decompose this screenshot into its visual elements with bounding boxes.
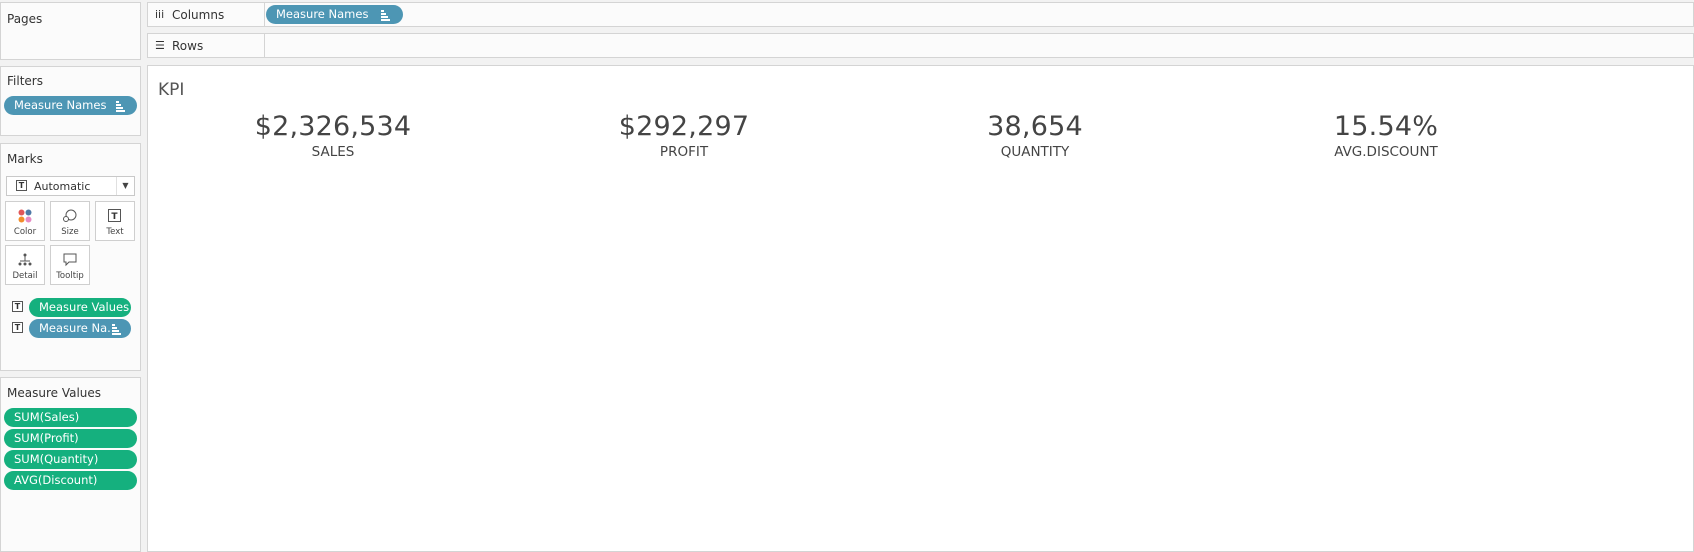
pill-label: SUM(Quantity) xyxy=(14,452,99,466)
pill-label: Measure Na.. xyxy=(39,321,115,335)
kpi-value: $2,326,534 xyxy=(254,111,412,142)
pill-label: Measure Names xyxy=(276,7,369,21)
text-encoding-icon[interactable]: T xyxy=(12,322,23,333)
kpi-avg-discount[interactable]: 15.54% AVG.DISCOUNT xyxy=(1236,111,1536,160)
kpi-value: 15.54% xyxy=(1333,111,1439,142)
pill-label: Measure Names xyxy=(14,98,107,112)
filters-title: Filters xyxy=(7,74,43,88)
pill-label: Measure Values xyxy=(39,300,130,314)
sort-icon xyxy=(381,9,391,21)
kpi-value: $292,297 xyxy=(618,111,750,142)
filters-card[interactable]: Filters Measure Names xyxy=(0,66,141,136)
columns-pill-measure-names[interactable]: Measure Names xyxy=(266,5,403,24)
tooltip-icon xyxy=(63,253,77,267)
color-button[interactable]: Color xyxy=(5,201,45,241)
color-label: Color xyxy=(13,227,37,237)
rows-label: Rows xyxy=(172,39,204,53)
kpi-profit[interactable]: $292,297 PROFIT xyxy=(534,111,834,160)
pages-title: Pages xyxy=(7,12,43,26)
detail-button[interactable]: Detail xyxy=(5,245,45,285)
mark-type-label: Automatic xyxy=(34,180,91,193)
chevron-down-icon[interactable]: ▼ xyxy=(116,177,134,195)
measure-values-card: Measure Values SUM(Sales) SUM(Profit) SU… xyxy=(0,377,141,552)
kpi-label: AVG.DISCOUNT xyxy=(1334,144,1438,160)
pill-label: SUM(Profit) xyxy=(14,431,79,445)
text-mark-icon: T xyxy=(16,180,27,191)
detail-icon xyxy=(18,253,32,266)
measure-pill-sum-profit[interactable]: SUM(Profit) xyxy=(4,429,137,448)
kpi-label: SALES xyxy=(311,144,355,160)
detail-label: Detail xyxy=(12,271,38,281)
kpi-quantity[interactable]: 38,654 QUANTITY xyxy=(885,111,1185,160)
tooltip-label: Tooltip xyxy=(56,271,84,281)
worksheet-view[interactable]: KPI $2,326,534 SALES $292,297 PROFIT 38,… xyxy=(147,65,1694,552)
pill-label: AVG(Discount) xyxy=(14,473,98,487)
mark-type-dropdown[interactable]: T Automatic ▼ xyxy=(6,176,135,196)
sort-icon xyxy=(116,100,126,112)
color-icon xyxy=(18,209,32,223)
columns-shelf[interactable]: iii Columns Measure Names xyxy=(147,2,1694,27)
tableau-workspace: Pages iii Columns Measure Names ☰ Rows F… xyxy=(0,0,1694,552)
pill-label: SUM(Sales) xyxy=(14,410,80,424)
rows-icon: ☰ xyxy=(155,39,165,52)
marks-pill-measure-values[interactable]: Measure Values xyxy=(29,298,131,317)
tooltip-button[interactable]: Tooltip xyxy=(50,245,90,285)
sheet-title: KPI xyxy=(158,80,185,100)
size-label: Size xyxy=(61,227,79,237)
size-icon xyxy=(63,209,77,222)
filter-pill-measure-names[interactable]: Measure Names xyxy=(4,96,137,115)
rows-shelf-header: ☰ Rows xyxy=(148,34,265,57)
columns-shelf-header: iii Columns xyxy=(148,3,265,26)
measure-values-title: Measure Values xyxy=(7,386,102,400)
text-icon: T xyxy=(108,209,121,222)
marks-pill-measure-names[interactable]: Measure Na.. xyxy=(29,319,131,338)
text-label: Text xyxy=(106,227,124,237)
kpi-sales[interactable]: $2,326,534 SALES xyxy=(183,111,483,160)
measure-pill-avg-discount[interactable]: AVG(Discount) xyxy=(4,471,137,490)
size-button[interactable]: Size xyxy=(50,201,90,241)
text-button[interactable]: T Text xyxy=(95,201,135,241)
sort-icon xyxy=(112,323,122,335)
text-encoding-icon[interactable]: T xyxy=(12,301,23,312)
measure-pill-sum-sales[interactable]: SUM(Sales) xyxy=(4,408,137,427)
columns-icon: iii xyxy=(155,8,165,21)
pages-card[interactable]: Pages xyxy=(0,2,141,60)
svg-text:T: T xyxy=(111,212,118,222)
kpi-label: QUANTITY xyxy=(1000,144,1070,160)
rows-shelf[interactable]: ☰ Rows xyxy=(147,33,1694,58)
kpi-value: 38,654 xyxy=(987,111,1083,142)
marks-title: Marks xyxy=(7,152,43,166)
measure-pill-sum-quantity[interactable]: SUM(Quantity) xyxy=(4,450,137,469)
kpi-label: PROFIT xyxy=(659,144,709,160)
columns-label: Columns xyxy=(172,8,225,22)
